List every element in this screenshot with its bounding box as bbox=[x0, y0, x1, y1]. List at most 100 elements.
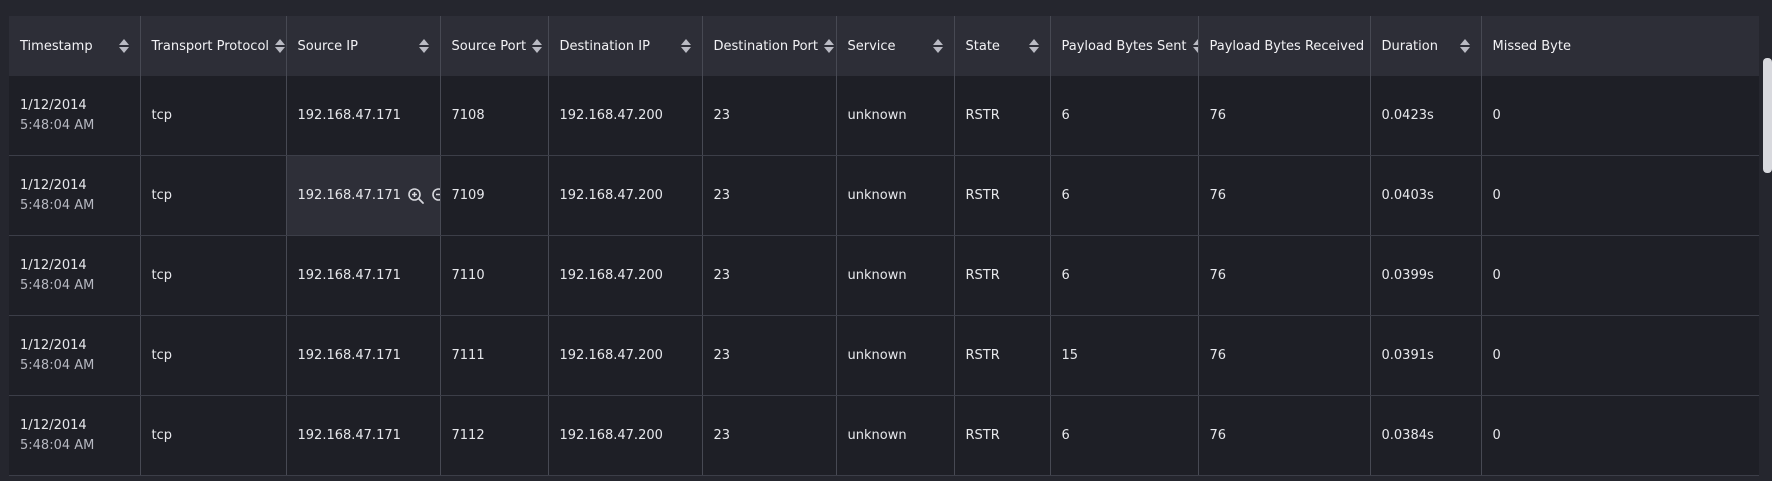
source-port-cell: 7111 bbox=[440, 315, 549, 396]
column-header-source-ip[interactable]: Source IP bbox=[286, 16, 441, 76]
protocol-cell: tcp bbox=[140, 395, 287, 476]
column-header-label: State bbox=[965, 38, 1000, 54]
bytes-sent-cell: 6 bbox=[1050, 235, 1199, 316]
sort-icon[interactable] bbox=[1028, 39, 1039, 53]
missed-bytes-cell: 0 bbox=[1481, 76, 1759, 156]
timestamp-cell: 1/12/2014 5:48:04 AM bbox=[9, 395, 141, 476]
connections-table: Timestamp Transport Protocol Source IP S… bbox=[9, 16, 1759, 476]
service-cell: unknown bbox=[836, 155, 955, 236]
duration-cell: 0.0403s bbox=[1370, 155, 1482, 236]
destination-ip-cell: 192.168.47.200 bbox=[548, 395, 703, 476]
protocol-cell: tcp bbox=[140, 76, 287, 156]
duration-cell: 0.0399s bbox=[1370, 235, 1482, 316]
timestamp-time: 5:48:04 AM bbox=[20, 197, 95, 213]
missed-bytes-cell: 0 bbox=[1481, 155, 1759, 236]
column-header-destination-port[interactable]: Destination Port bbox=[702, 16, 837, 76]
column-header-label: Payload Bytes Sent bbox=[1061, 38, 1187, 54]
column-header-label: Service bbox=[847, 38, 896, 54]
state-cell: RSTR bbox=[954, 235, 1051, 316]
sort-icon[interactable] bbox=[680, 39, 691, 53]
source-port-cell: 7109 bbox=[440, 155, 549, 236]
source-port-cell: 7110 bbox=[440, 235, 549, 316]
state-cell: RSTR bbox=[954, 155, 1051, 236]
sort-icon[interactable] bbox=[418, 39, 429, 53]
destination-ip-cell: 192.168.47.200 bbox=[548, 76, 703, 156]
column-header-duration[interactable]: Duration bbox=[1370, 16, 1482, 76]
destination-port-cell: 23 bbox=[702, 155, 837, 236]
destination-port-cell: 23 bbox=[702, 76, 837, 156]
duration-cell: 0.0423s bbox=[1370, 76, 1482, 156]
column-header-label: Timestamp bbox=[20, 38, 93, 54]
bytes-received-cell: 76 bbox=[1198, 76, 1371, 156]
source-port-cell: 7112 bbox=[440, 395, 549, 476]
service-cell: unknown bbox=[836, 235, 955, 316]
source-ip-cell[interactable]: 192.168.47.171 bbox=[286, 155, 441, 236]
column-header-source-port[interactable]: Source Port bbox=[440, 16, 549, 76]
service-cell: unknown bbox=[836, 315, 955, 396]
bytes-received-cell: 76 bbox=[1198, 315, 1371, 396]
column-header-label: Source Port bbox=[451, 38, 527, 54]
table-row[interactable]: 1/12/2014 5:48:04 AM tcp 192.168.47.171 bbox=[9, 155, 1759, 236]
bytes-sent-cell: 6 bbox=[1050, 76, 1199, 156]
source-ip-cell: 192.168.47.171 bbox=[286, 235, 441, 316]
timestamp-cell: 1/12/2014 5:48:04 AM bbox=[9, 76, 141, 156]
bytes-sent-cell: 6 bbox=[1050, 395, 1199, 476]
zoom-in-icon[interactable] bbox=[407, 187, 425, 205]
column-header-payload-bytes-received[interactable]: Payload Bytes Received bbox=[1198, 16, 1371, 76]
protocol-cell: tcp bbox=[140, 315, 287, 396]
state-cell: RSTR bbox=[954, 395, 1051, 476]
destination-ip-cell: 192.168.47.200 bbox=[548, 315, 703, 396]
bytes-received-cell: 76 bbox=[1198, 235, 1371, 316]
column-header-missed-bytes[interactable]: Missed Byte bbox=[1481, 16, 1759, 76]
destination-port-cell: 23 bbox=[702, 235, 837, 316]
source-port-cell: 7108 bbox=[440, 76, 549, 156]
timestamp-date: 1/12/2014 bbox=[20, 337, 87, 353]
table-row[interactable]: 1/12/2014 5:48:04 AM tcp 192.168.47.171 7… bbox=[9, 235, 1759, 316]
timestamp-time: 5:48:04 AM bbox=[20, 117, 95, 133]
column-header-label: Source IP bbox=[297, 38, 358, 54]
timestamp-cell: 1/12/2014 5:48:04 AM bbox=[9, 315, 141, 396]
timestamp-time: 5:48:04 AM bbox=[20, 357, 95, 373]
timestamp-time: 5:48:04 AM bbox=[20, 437, 95, 453]
vertical-scrollbar[interactable] bbox=[1763, 58, 1772, 173]
protocol-cell: tcp bbox=[140, 235, 287, 316]
source-ip-cell: 192.168.47.171 bbox=[286, 315, 441, 396]
column-header-timestamp[interactable]: Timestamp bbox=[9, 16, 141, 76]
bytes-sent-cell: 6 bbox=[1050, 155, 1199, 236]
bytes-received-cell: 76 bbox=[1198, 395, 1371, 476]
column-header-label: Missed Byte bbox=[1492, 38, 1571, 54]
destination-port-cell: 23 bbox=[702, 315, 837, 396]
column-header-destination-ip[interactable]: Destination IP bbox=[548, 16, 703, 76]
zoom-out-icon[interactable] bbox=[431, 187, 439, 205]
sort-icon[interactable] bbox=[932, 39, 943, 53]
column-header-label: Transport Protocol bbox=[151, 38, 270, 54]
column-header-label: Duration bbox=[1381, 38, 1438, 54]
app-window: Timestamp Transport Protocol Source IP S… bbox=[0, 0, 1772, 481]
protocol-cell: tcp bbox=[140, 155, 287, 236]
timestamp-time: 5:48:04 AM bbox=[20, 277, 95, 293]
column-header-payload-bytes-sent[interactable]: Payload Bytes Sent bbox=[1050, 16, 1199, 76]
sort-icon[interactable] bbox=[532, 39, 544, 53]
timestamp-cell: 1/12/2014 5:48:04 AM bbox=[9, 155, 141, 236]
column-header-state[interactable]: State bbox=[954, 16, 1051, 76]
timestamp-date: 1/12/2014 bbox=[20, 97, 87, 113]
state-cell: RSTR bbox=[954, 315, 1051, 396]
column-header-transport-protocol[interactable]: Transport Protocol bbox=[140, 16, 287, 76]
table-row[interactable]: 1/12/2014 5:48:04 AM tcp 192.168.47.171 7… bbox=[9, 315, 1759, 396]
state-cell: RSTR bbox=[954, 76, 1051, 156]
missed-bytes-cell: 0 bbox=[1481, 235, 1759, 316]
sort-icon[interactable] bbox=[1459, 39, 1470, 53]
timestamp-date: 1/12/2014 bbox=[20, 417, 87, 433]
service-cell: unknown bbox=[836, 395, 955, 476]
timestamp-date: 1/12/2014 bbox=[20, 257, 87, 273]
column-header-service[interactable]: Service bbox=[836, 16, 955, 76]
table-row[interactable]: 1/12/2014 5:48:04 AM tcp 192.168.47.171 7… bbox=[9, 76, 1759, 156]
destination-ip-cell: 192.168.47.200 bbox=[548, 155, 703, 236]
column-header-label: Destination Port bbox=[713, 38, 819, 54]
table-row[interactable]: 1/12/2014 5:48:04 AM tcp 192.168.47.171 7… bbox=[9, 395, 1759, 476]
missed-bytes-cell: 0 bbox=[1481, 315, 1759, 396]
bytes-received-cell: 76 bbox=[1198, 155, 1371, 236]
source-ip-cell: 192.168.47.171 bbox=[286, 395, 441, 476]
timestamp-date: 1/12/2014 bbox=[20, 177, 87, 193]
sort-icon[interactable] bbox=[118, 39, 129, 53]
